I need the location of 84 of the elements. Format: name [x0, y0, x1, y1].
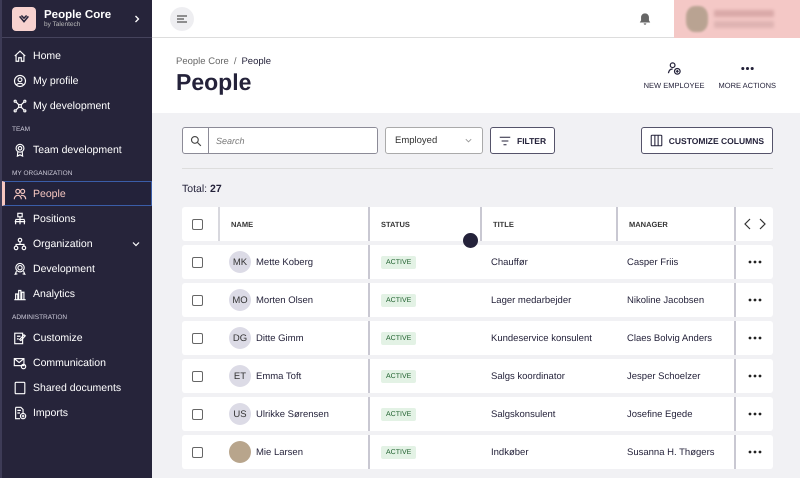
breadcrumb[interactable]: People Core [176, 56, 229, 66]
initials-avatar: MK [229, 251, 251, 273]
sidebar-item[interactable]: Organization [2, 231, 152, 256]
table-cell: Claes Bolvig Anders [627, 332, 712, 344]
more-icon [748, 260, 762, 264]
chevron-right-icon[interactable] [758, 218, 766, 230]
initials-avatar: US [229, 403, 251, 425]
table-cell: Salgskonsulent [491, 408, 556, 420]
table-cell: Kundeservice konsulent [491, 332, 592, 344]
columns-icon [650, 134, 663, 147]
row-checkbox[interactable] [192, 446, 203, 458]
bell-icon[interactable] [638, 12, 652, 26]
people-icon [13, 186, 27, 200]
row-checkbox[interactable] [192, 370, 203, 382]
breadcrumb: People [241, 56, 272, 66]
brand-title: People Core [44, 9, 112, 21]
employee-name[interactable]: Mie Larsen [256, 446, 303, 458]
employee-name[interactable]: Mette Koberg [256, 256, 314, 268]
more-icon [748, 450, 762, 454]
chevron-down-icon [464, 136, 473, 145]
employee-name[interactable]: Morten Olsen [256, 294, 314, 306]
filter-button[interactable]: FILTER [490, 127, 556, 154]
search-icon [190, 134, 202, 146]
more-icon [748, 374, 762, 378]
page-title: People [176, 68, 252, 96]
row-checkbox[interactable] [192, 332, 203, 344]
sidebar-item[interactable]: Team development [2, 137, 152, 162]
menu-icon [176, 12, 188, 24]
home-icon [13, 48, 27, 62]
sidebar-item[interactable]: My profile [2, 68, 152, 93]
sidebar-item[interactable]: Development [2, 256, 152, 281]
row-checkbox[interactable] [192, 294, 203, 306]
table-cell: Jesper Schoelzer [627, 370, 700, 382]
sidebar-item[interactable]: Home [2, 43, 152, 68]
table-cell: Salgs koordinator [491, 370, 565, 382]
more-icon [748, 412, 762, 416]
chevron-right-icon[interactable] [132, 14, 142, 24]
table-cell: Susanna H. Thøgers [627, 446, 714, 458]
profile-icon [13, 74, 27, 88]
row-checkbox[interactable] [192, 256, 203, 268]
photo-placeholder [229, 441, 251, 463]
sidebar-item[interactable]: Customize [2, 325, 152, 350]
org-chart-icon [13, 236, 27, 250]
chevron-left-icon[interactable] [742, 218, 752, 230]
initials-avatar: MO [229, 289, 251, 311]
badge-icon [13, 262, 27, 276]
heart-logo-icon [12, 6, 36, 30]
employee-name[interactable]: Ulrikke Sørensen [256, 408, 329, 420]
sidebar-item[interactable]: Shared documents [2, 375, 152, 400]
document-icon [13, 380, 27, 394]
table-cell: Lager medarbejder [491, 294, 572, 306]
customize-columns-button[interactable]: CUSTOMIZE COLUMNS [640, 127, 773, 154]
more-icon [748, 298, 762, 302]
sidebar-item[interactable]: Communication [2, 350, 152, 375]
edit-form-icon [13, 330, 27, 344]
sidebar-item[interactable]: Imports [2, 400, 152, 425]
employee-name[interactable]: Ditte Gimm [256, 332, 304, 344]
more-icon [748, 336, 762, 340]
hierarchy-icon [13, 212, 27, 226]
envelope-gear-icon [13, 356, 27, 370]
table-cell: Chauffør [491, 256, 528, 268]
sidebar-item[interactable]: Analytics [2, 281, 152, 306]
total-count: Total: 27 [182, 183, 223, 195]
initials-avatar: DG [229, 327, 251, 349]
select-all-checkbox[interactable] [192, 218, 203, 230]
add-person-icon [666, 61, 682, 76]
table-cell: Casper Friis [627, 256, 678, 268]
table-cell: Josefine Egede [627, 408, 692, 420]
breadcrumb-separator: / [234, 56, 236, 66]
award-icon [13, 142, 27, 156]
filter-lines-icon [499, 134, 511, 146]
sidebar-item[interactable]: Positions [2, 206, 152, 231]
sidebar-item[interactable]: My development [2, 93, 152, 118]
sidebar-item[interactable]: People [2, 181, 152, 206]
status-dropdown[interactable]: Employed [385, 127, 483, 154]
initials-avatar: ET [229, 365, 251, 387]
network-icon [13, 98, 27, 112]
menu-button[interactable] [170, 6, 194, 30]
import-icon [13, 406, 27, 420]
table-cell: Nikoline Jacobsen [627, 294, 704, 306]
row-checkbox[interactable] [192, 408, 203, 420]
table-cell: Indkøber [491, 446, 528, 458]
employee-name[interactable]: Emma Toft [256, 370, 302, 382]
search-field[interactable]: Search [182, 127, 378, 154]
